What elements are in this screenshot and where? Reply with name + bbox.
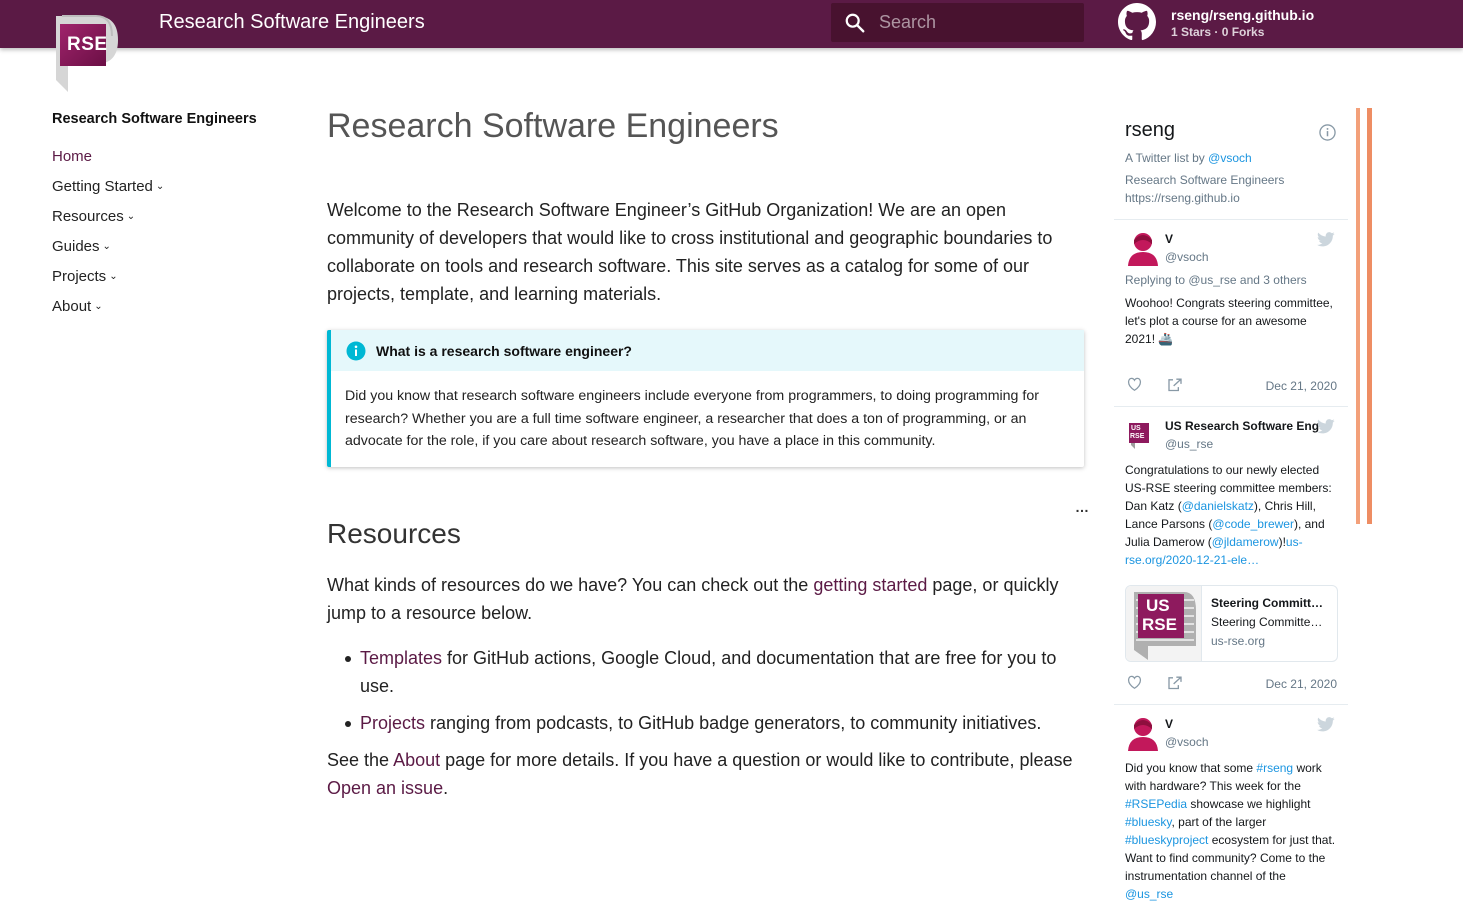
avatar[interactable]: US RSE xyxy=(1125,421,1155,451)
nav-item-resources[interactable]: Resources ⌄ xyxy=(52,202,282,232)
nav-item-projects[interactable]: Projects ⌄ xyxy=(52,262,282,292)
hashtag-link[interactable]: #rseng xyxy=(1256,761,1293,775)
search-box[interactable] xyxy=(831,3,1084,42)
twitter-list-header: rseng A Twitter list by @vsoch Research … xyxy=(1114,108,1348,220)
site-title[interactable]: Research Software Engineers xyxy=(159,10,425,34)
footer-paragraph: See the About page for more details. If … xyxy=(327,749,1073,799)
card-logo-top: US xyxy=(1146,596,1170,615)
tweet[interactable]: V @vsoch Replying to @us_rse and 3 other… xyxy=(1114,220,1348,407)
nav-item-home[interactable]: Home xyxy=(52,142,282,172)
twitter-bird-icon[interactable] xyxy=(1317,419,1335,434)
mention-link[interactable]: @danielskatz xyxy=(1182,499,1254,513)
card-domain: us-rse.org xyxy=(1211,634,1266,648)
twitter-list-desc: Research Software Engineers xyxy=(1125,173,1285,187)
repo-name: rseng/rseng.github.io xyxy=(1171,7,1315,23)
tweet-reply-context[interactable]: Replying to @us_rse and 3 others xyxy=(1125,272,1337,288)
chevron-down-icon: ⌄ xyxy=(126,211,136,222)
list-item: Templates for GitHub actions, Google Clo… xyxy=(327,644,1087,700)
tweet-text: Woohoo! Congrats steering committee, let… xyxy=(1125,296,1333,346)
twitter-list-url[interactable]: https://rseng.github.io xyxy=(1125,189,1337,207)
twitter-list-name[interactable]: rseng xyxy=(1125,118,1337,142)
repo-link[interactable]: rseng/rseng.github.io 1 Stars · 0 Forks xyxy=(1118,3,1418,43)
share-icon[interactable] xyxy=(1167,675,1183,690)
avatar[interactable] xyxy=(1125,715,1161,751)
avatar-logo-top: US xyxy=(1131,425,1141,432)
left-nav: Research Software Engineers Home Getting… xyxy=(52,108,282,322)
search-icon xyxy=(845,13,865,33)
nav-item-about[interactable]: About ⌄ xyxy=(52,292,282,322)
twitter-bird-icon[interactable] xyxy=(1317,717,1335,732)
card-logo-bottom: RSE xyxy=(1142,615,1177,634)
chevron-down-icon: ⌄ xyxy=(155,181,165,192)
intro-paragraph: Welcome to the Research Software Enginee… xyxy=(327,200,1053,304)
share-icon[interactable] xyxy=(1167,377,1183,392)
resources-paragraph: What kinds of resources do we have? You … xyxy=(327,574,1059,624)
avatar-logo-bottom: RSE xyxy=(1130,433,1145,440)
info-circle-icon[interactable] xyxy=(1319,124,1336,141)
projects-link[interactable]: Projects xyxy=(360,713,425,733)
main-content: Research Software Engineers Welcome to t… xyxy=(327,104,1089,803)
resource-list: Templates for GitHub actions, Google Clo… xyxy=(327,644,1087,737)
tweet-author[interactable]: V @vsoch xyxy=(1125,230,1337,268)
twitter-list-by: A Twitter list by @vsoch xyxy=(1125,151,1252,165)
more-icon[interactable]: … xyxy=(1075,499,1089,515)
hashtag-link[interactable]: #blueskyproject xyxy=(1125,833,1208,847)
mention-link[interactable]: @jldamerow xyxy=(1212,535,1279,549)
search-input[interactable] xyxy=(879,3,1079,42)
timeline-scrollbar[interactable] xyxy=(1356,108,1360,524)
tweet-text: Congratulations to our newly elected US-… xyxy=(1125,463,1332,567)
resources-heading: Resources xyxy=(327,517,461,549)
chevron-down-icon: ⌄ xyxy=(102,241,111,252)
nav-title: Research Software Engineers xyxy=(52,111,257,127)
mention-link[interactable]: @us_rse xyxy=(1125,887,1173,901)
nav-item-guides[interactable]: Guides ⌄ xyxy=(52,232,282,262)
tweet-actions: Dec 21, 2020 xyxy=(1125,376,1337,396)
mention-link[interactable]: @code_brewer xyxy=(1212,517,1294,531)
hashtag-link[interactable]: #RSEPedia xyxy=(1125,797,1187,811)
logo-text: RSE xyxy=(67,34,108,55)
getting-started-link[interactable]: getting started xyxy=(813,575,927,595)
tweet-author[interactable]: V @vsoch xyxy=(1125,715,1337,753)
tweet[interactable]: US RSE US Research Software Eng @us_rse … xyxy=(1114,407,1348,705)
tweet-date[interactable]: Dec 21, 2020 xyxy=(1266,379,1337,393)
admonition-title: What is a research software engineer? xyxy=(376,342,632,359)
avatar[interactable] xyxy=(1125,230,1161,266)
card-image: US RSE xyxy=(1126,586,1202,661)
card-title: Steering Committ… xyxy=(1211,596,1324,610)
info-admonition: What is a research software engineer? Di… xyxy=(327,330,1084,467)
top-header: Research Software Engineers rseng/rseng.… xyxy=(0,0,1463,48)
chevron-down-icon: ⌄ xyxy=(109,271,118,282)
list-owner-link[interactable]: @vsoch xyxy=(1208,151,1252,165)
card-description: Steering Committe… xyxy=(1211,615,1323,629)
chevron-down-icon: ⌄ xyxy=(94,301,103,312)
heart-icon[interactable] xyxy=(1127,675,1142,689)
github-icon xyxy=(1118,3,1156,41)
templates-link[interactable]: Templates xyxy=(360,648,442,668)
info-icon xyxy=(346,341,366,360)
repo-facts: 1 Stars · 0 Forks xyxy=(1171,25,1265,39)
admonition-header: What is a research software engineer? xyxy=(331,330,1084,371)
tweet[interactable]: V @vsoch Did you know that some #rseng w… xyxy=(1114,705,1348,902)
admonition-body: Did you know that research software engi… xyxy=(345,388,1039,449)
twitter-bird-icon[interactable] xyxy=(1317,232,1335,247)
tweet-author[interactable]: US RSE US Research Software Eng @us_rse xyxy=(1125,417,1337,455)
tweet-actions: Dec 21, 2020 xyxy=(1125,674,1337,694)
page-scrollbar[interactable] xyxy=(1367,108,1372,524)
tweet-date[interactable]: Dec 21, 2020 xyxy=(1266,677,1337,691)
heart-icon[interactable] xyxy=(1127,377,1142,391)
about-link[interactable]: About xyxy=(393,750,440,770)
rse-logo[interactable]: RSE xyxy=(52,14,122,96)
page-title: Research Software Engineers xyxy=(327,107,779,145)
open-issue-link[interactable]: Open an issue xyxy=(327,778,443,798)
nav-item-getting-started[interactable]: Getting Started ⌄ xyxy=(52,172,282,202)
hashtag-link[interactable]: #bluesky xyxy=(1125,815,1171,829)
list-item: Projects ranging from podcasts, to GitHu… xyxy=(327,709,1087,737)
link-card[interactable]: US RSE Steering Committ… Steering Commit… xyxy=(1125,585,1338,662)
twitter-timeline[interactable]: rseng A Twitter list by @vsoch Research … xyxy=(1114,108,1348,902)
tweet-text: Did you know that some #rseng work with … xyxy=(1125,761,1336,901)
